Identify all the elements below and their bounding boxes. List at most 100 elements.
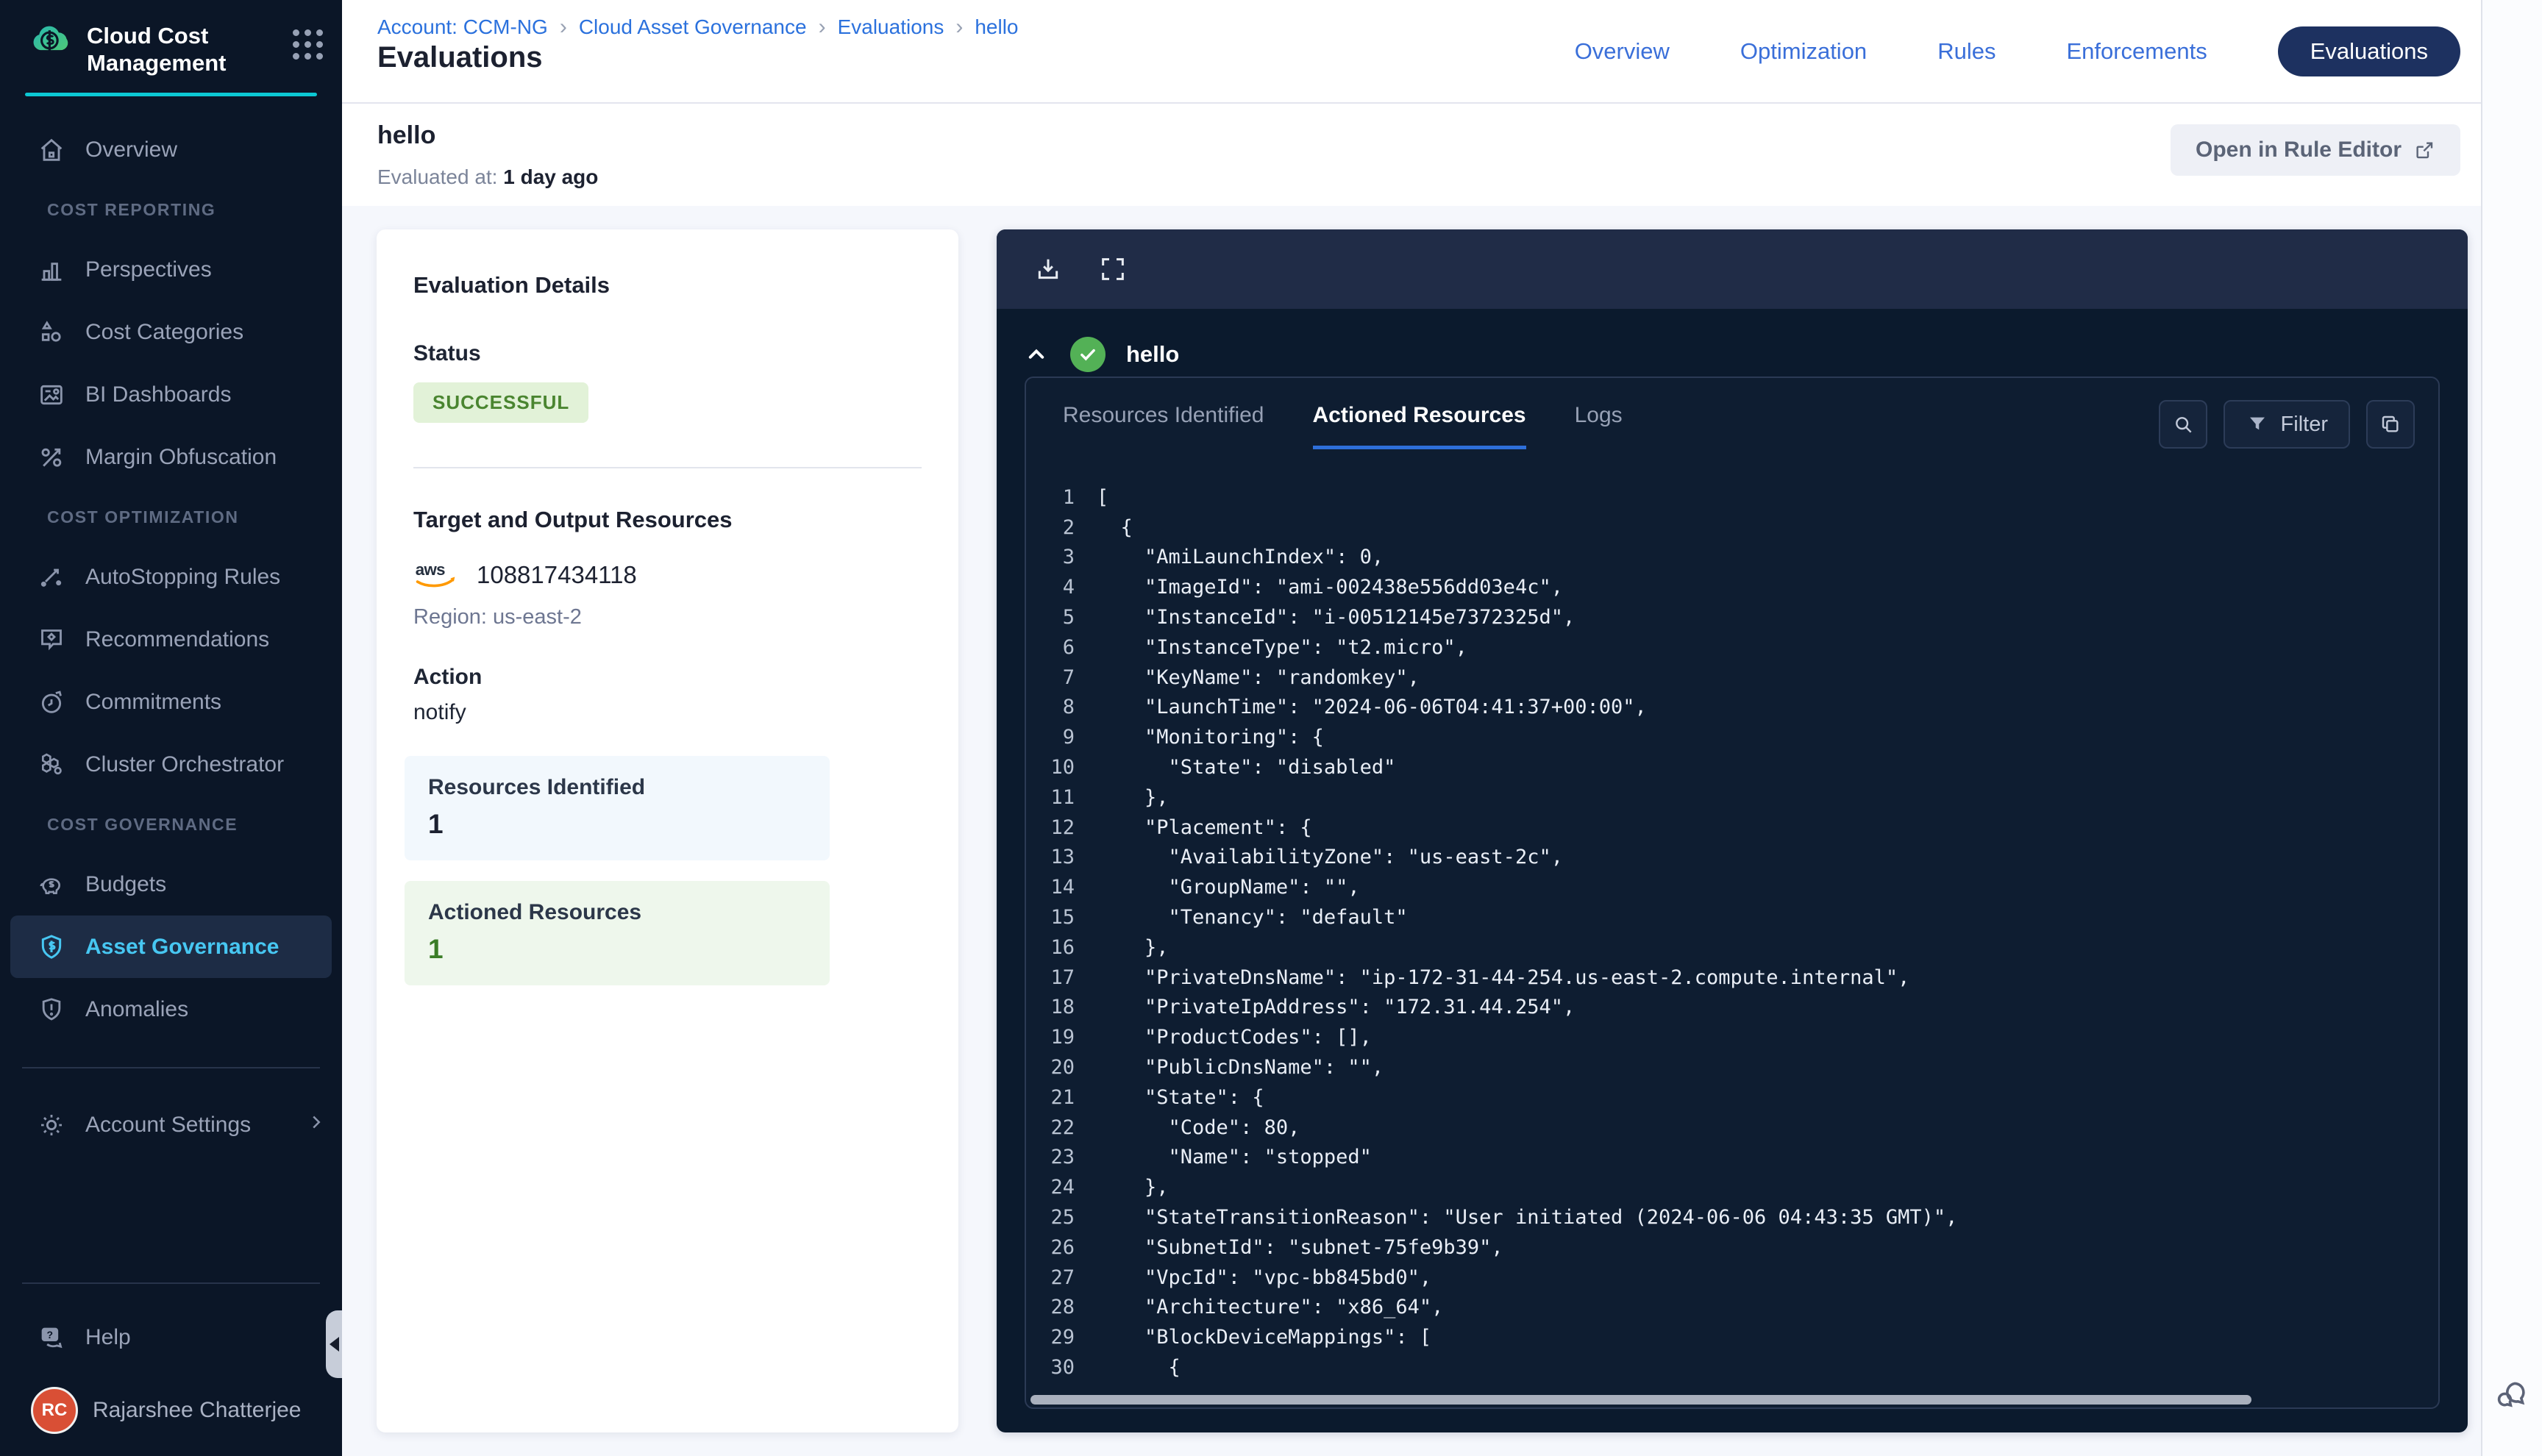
copy-button[interactable] xyxy=(2366,400,2415,449)
line-content: }, xyxy=(1097,786,1169,809)
sidebar-item-perspectives[interactable]: Perspectives xyxy=(0,238,342,301)
details-card-title: Evaluation Details xyxy=(413,272,922,299)
sidebar-item-cluster-orchestrator[interactable]: Cluster Orchestrator xyxy=(0,733,342,796)
sidebar-item-budgets[interactable]: Budgets xyxy=(0,853,342,916)
nav-tab-enforcements[interactable]: Enforcements xyxy=(2066,38,2207,65)
tab-logs[interactable]: Logs xyxy=(1575,403,1623,449)
clock-icon xyxy=(37,688,78,717)
line-content: "VpcId": "vpc-bb845bd0", xyxy=(1097,1266,1431,1289)
breadcrumb-link-account-ccm-ng[interactable]: Account: CCM-NG xyxy=(377,15,548,39)
sidebar-item-asset-governance[interactable]: Asset Governance xyxy=(10,916,332,978)
stat-box-resources-identified[interactable]: Resources Identified1 xyxy=(405,756,830,860)
line-content: "PrivateIpAddress": "172.31.44.254", xyxy=(1097,996,1575,1018)
nav-tab-evaluations[interactable]: Evaluations xyxy=(2278,26,2460,76)
fullscreen-icon[interactable] xyxy=(1098,254,1128,284)
stat-value: 1 xyxy=(405,800,830,860)
sidebar-item-recommendations[interactable]: Recommendations xyxy=(0,608,342,671)
open-in-rule-editor-label: Open in Rule Editor xyxy=(2196,138,2402,163)
page-header: Account: CCM-NG › Cloud Asset Governance › E… xyxy=(342,0,2481,104)
code-line: 8 "LaunchTime": "2024-06-06T04:41:37+00:… xyxy=(1026,693,2434,723)
code-line: 7 "KeyName": "randomkey", xyxy=(1026,663,2434,693)
scrollbar-thumb[interactable] xyxy=(1030,1395,2251,1405)
sidebar-item-cost-categories[interactable]: Cost Categories xyxy=(0,301,342,363)
code-line: 26 "SubnetId": "subnet-75fe9b39", xyxy=(1026,1232,2434,1263)
horizontal-scrollbar[interactable] xyxy=(1030,1395,2434,1405)
sidebar-section-label: COST REPORTING xyxy=(0,181,342,238)
code-line: 23 "Name": "stopped" xyxy=(1026,1143,2434,1173)
evaluation-row: hello xyxy=(997,309,2468,372)
line-content: "AmiLaunchIndex": 0, xyxy=(1097,546,1384,568)
chevron-right-icon: › xyxy=(819,15,826,40)
tab-resources-identified[interactable]: Resources Identified xyxy=(1063,403,1264,449)
json-code-block[interactable]: 1[2 {3 "AmiLaunchIndex": 0,4 "ImageId": … xyxy=(1026,482,2434,1391)
breadcrumb: Account: CCM-NG › Cloud Asset Governance › E… xyxy=(377,15,1019,40)
code-line: 19 "ProductCodes": [], xyxy=(1026,1022,2434,1052)
sidebar-item-commitments[interactable]: Commitments xyxy=(0,671,342,733)
collapse-chevron-icon[interactable] xyxy=(1023,341,1050,368)
breadcrumb-link-hello[interactable]: hello xyxy=(975,15,1018,39)
sidebar-item-bi-dashboards[interactable]: BI Dashboards xyxy=(0,363,342,426)
dashboard-icon xyxy=(37,380,78,410)
chevron-right-icon: › xyxy=(955,15,963,40)
breadcrumb-link-cloud-asset-governance[interactable]: Cloud Asset Governance xyxy=(579,15,807,39)
tabs-row: Resources Identified Actioned Resources Lo… xyxy=(1026,378,2438,449)
success-check-icon xyxy=(1070,337,1106,372)
sidebar-item-label: Commitments xyxy=(85,690,221,715)
action-label: Action xyxy=(413,665,922,690)
line-content: "ProductCodes": [], xyxy=(1097,1026,1372,1049)
gear-icon xyxy=(37,1110,78,1140)
sidebar-item-account-settings[interactable]: Account Settings xyxy=(0,1093,342,1156)
line-number: 30 xyxy=(1026,1356,1075,1379)
download-icon[interactable] xyxy=(1033,254,1063,284)
code-line: 14 "GroupName": "", xyxy=(1026,872,2434,902)
sidebar-item-label: Budgets xyxy=(85,872,166,897)
line-number: 14 xyxy=(1026,876,1075,899)
sidebar-item-anomalies[interactable]: Anomalies xyxy=(0,978,342,1041)
module-grid-icon[interactable] xyxy=(293,29,323,60)
sidebar-item-margin-obfuscation[interactable]: Margin Obfuscation xyxy=(0,426,342,488)
line-content: "KeyName": "randomkey", xyxy=(1097,666,1420,689)
line-number: 1 xyxy=(1026,486,1075,509)
open-in-rule-editor-button[interactable]: Open in Rule Editor xyxy=(2171,124,2460,176)
search-button[interactable] xyxy=(2159,400,2207,449)
filter-button[interactable]: Filter xyxy=(2224,400,2350,449)
autostopping-icon xyxy=(37,563,78,592)
stat-box-actioned-resources[interactable]: Actioned Resources1 xyxy=(405,881,830,985)
nav-tab-optimization[interactable]: Optimization xyxy=(1740,38,1867,65)
line-content: }, xyxy=(1097,936,1169,959)
chevron-right-icon: › xyxy=(560,15,567,40)
code-line: 21 "State": { xyxy=(1026,1082,2434,1113)
sidebar-item-label: Recommendations xyxy=(85,627,269,652)
line-content: "State": { xyxy=(1097,1086,1264,1109)
nav-tab-overview[interactable]: Overview xyxy=(1575,38,1670,65)
line-number: 15 xyxy=(1026,906,1075,929)
funnel-icon xyxy=(2246,413,2269,436)
code-line: 5 "InstanceId": "i-00512145e7372325d", xyxy=(1026,602,2434,632)
sidebar-footer: ? Help RC Rajarshee Chatterjee xyxy=(0,1282,342,1456)
shield-dollar-icon xyxy=(37,932,78,962)
sidebar-item-help[interactable]: ? Help xyxy=(0,1306,342,1368)
line-number: 19 xyxy=(1026,1026,1075,1049)
evaluation-title: hello xyxy=(377,121,435,150)
nav-tab-rules[interactable]: Rules xyxy=(1937,38,1995,65)
sidebar-item-autostopping-rules[interactable]: AutoStopping Rules xyxy=(0,546,342,608)
line-number: 8 xyxy=(1026,696,1075,718)
line-content: "SubnetId": "subnet-75fe9b39", xyxy=(1097,1236,1503,1259)
code-line: 11 }, xyxy=(1026,782,2434,813)
code-line: 10 "State": "disabled" xyxy=(1026,752,2434,782)
user-profile[interactable]: RC Rajarshee Chatterjee xyxy=(0,1368,342,1456)
line-content: { xyxy=(1097,1356,1181,1379)
sidebar-collapse-handle[interactable] xyxy=(326,1310,342,1378)
stat-label: Actioned Resources xyxy=(405,881,830,925)
breadcrumb-link-evaluations[interactable]: Evaluations xyxy=(838,15,944,39)
feedback-chat-icon[interactable] xyxy=(2494,1377,2529,1416)
svg-text:?: ? xyxy=(47,1329,54,1341)
code-line: 17 "PrivateDnsName": "ip-172-31-44-254.u… xyxy=(1026,963,2434,993)
line-number: 9 xyxy=(1026,726,1075,749)
sidebar-item-label: BI Dashboards xyxy=(85,382,231,407)
sidebar-item-overview[interactable]: Overview xyxy=(0,118,342,181)
code-line: 29 "BlockDeviceMappings": [ xyxy=(1026,1322,2434,1352)
target-resources-title: Target and Output Resources xyxy=(413,507,922,533)
tab-actioned-resources[interactable]: Actioned Resources xyxy=(1313,403,1526,449)
line-number: 24 xyxy=(1026,1176,1075,1199)
